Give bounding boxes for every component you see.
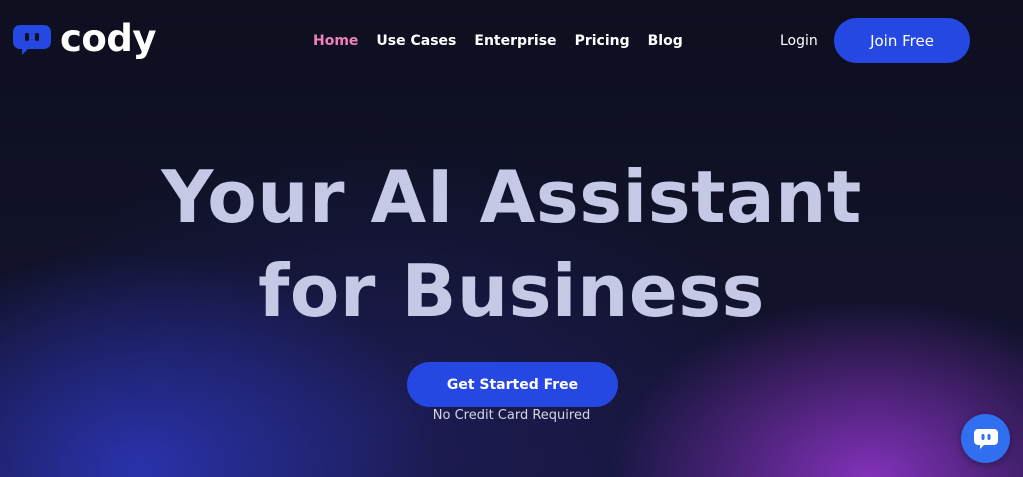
nav-item-home[interactable]: Home xyxy=(313,33,358,49)
no-credit-card-note: No Credit Card Required xyxy=(432,408,591,423)
login-link[interactable]: Login xyxy=(780,33,818,49)
main-nav: Home Use Cases Enterprise Pricing Blog xyxy=(313,33,683,49)
chat-widget-button[interactable] xyxy=(961,414,1010,463)
join-free-button[interactable]: Join Free xyxy=(834,18,970,63)
nav-item-use-cases[interactable]: Use Cases xyxy=(376,33,456,49)
hero-title-line-2: for Business xyxy=(258,249,765,333)
nav-item-blog[interactable]: Blog xyxy=(648,33,683,49)
hero-title-line-1: Your AI Assistant xyxy=(161,155,862,239)
chat-bot-icon xyxy=(13,25,51,55)
landing-page: cody Home Use Cases Enterprise Pricing B… xyxy=(0,0,1023,477)
hero-title: Your AI Assistant for Business xyxy=(0,150,1023,338)
nav-item-enterprise[interactable]: Enterprise xyxy=(474,33,556,49)
brand-logo[interactable]: cody xyxy=(12,16,156,60)
brand-name: cody xyxy=(60,16,156,60)
get-started-button[interactable]: Get Started Free xyxy=(407,362,618,407)
chat-bot-icon xyxy=(973,428,998,449)
nav-item-pricing[interactable]: Pricing xyxy=(575,33,630,49)
